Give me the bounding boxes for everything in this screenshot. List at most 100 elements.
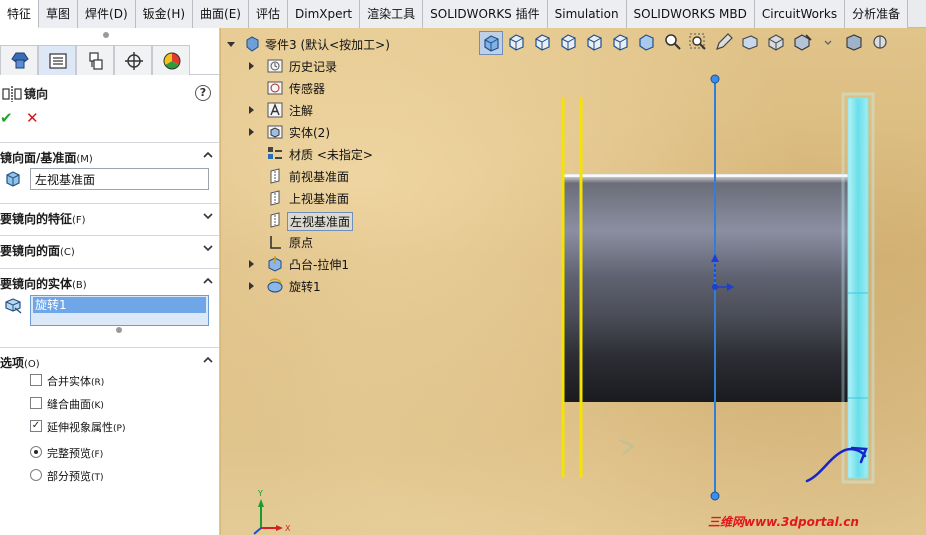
tab-evaluate[interactable]: 评估	[248, 0, 288, 28]
section-shortcut: (F)	[72, 215, 86, 226]
tab-solidworks-mbd[interactable]: SOLIDWORKS MBD	[626, 0, 755, 28]
tab-dimxpert-manager[interactable]	[114, 45, 152, 75]
option-label: 完整预览	[47, 447, 91, 460]
section-label: 选项	[0, 356, 25, 370]
tree-item-label: 注解	[289, 104, 314, 118]
expand-arrow-icon[interactable]	[249, 128, 254, 136]
collapse-arrow-icon[interactable]	[227, 42, 235, 47]
tab-surfaces[interactable]: 曲面(E)	[193, 0, 249, 28]
chevron-down-icon[interactable]	[202, 242, 214, 254]
feature-title: 镜向	[24, 87, 49, 101]
tab-features[interactable]: 特征	[0, 0, 40, 28]
expand-arrow-icon[interactable]	[249, 62, 254, 70]
zoom-to-fit-button[interactable]	[661, 31, 685, 55]
tab-solidworks-addins[interactable]: SOLIDWORKS 插件	[423, 0, 548, 28]
command-manager-tabs: 特征 草图 焊件(D) 钣金(H) 曲面(E) 评估 DimXpert 渲染工具…	[0, 0, 926, 28]
cube-top-icon	[613, 34, 628, 51]
partial-preview-radio[interactable]	[30, 469, 42, 481]
bodies-selection-box[interactable]: 旋转1	[30, 295, 209, 326]
tab-configuration-manager[interactable]	[76, 45, 114, 75]
help-icon[interactable]: ?	[195, 85, 211, 101]
cancel-button[interactable]: ✕	[26, 110, 42, 126]
option-shortcut: (T)	[91, 473, 104, 483]
tab-weldments[interactable]: 焊件(D)	[78, 0, 136, 28]
section-bodies-to-mirror[interactable]: 要镜向的实体(B)	[0, 268, 219, 294]
section-shortcut: (B)	[72, 280, 87, 291]
tree-item-label: 传感器	[289, 82, 326, 96]
tab-sheet-metal[interactable]: 钣金(H)	[135, 0, 194, 28]
panel-tabs	[0, 45, 219, 75]
section-label: 要镜向的面	[0, 244, 61, 258]
zoom-to-area-button[interactable]	[687, 31, 711, 55]
origin-marker[interactable]	[712, 284, 718, 290]
expand-arrow-icon[interactable]	[249, 282, 254, 290]
mirror-plane-field[interactable]: 左视基准面	[30, 168, 209, 190]
expand-arrow-icon[interactable]	[249, 106, 254, 114]
section-label: 要镜向的特征	[0, 212, 73, 226]
section-faces-to-mirror[interactable]: 要镜向的面(C)	[0, 235, 219, 261]
chevron-up-icon[interactable]	[202, 149, 214, 161]
extrude-icon	[268, 256, 282, 272]
material-icon	[268, 147, 282, 159]
crosshair-icon	[125, 52, 143, 70]
hide-show-button[interactable]	[817, 31, 841, 55]
ok-button[interactable]: ✔	[0, 110, 16, 126]
mirror-icon	[2, 86, 22, 102]
view-orientation-button[interactable]	[479, 31, 503, 55]
front-view-button[interactable]	[505, 31, 529, 55]
previous-view-button[interactable]	[713, 31, 737, 55]
chevron-up-icon[interactable]	[202, 275, 214, 287]
tab-simulation[interactable]: Simulation	[547, 0, 627, 28]
edit-appearance-button[interactable]	[843, 31, 867, 55]
list-resize-dot[interactable]	[116, 327, 122, 333]
section-mirror-face[interactable]: 镜向面/基准面(M)	[0, 142, 219, 168]
tab-sketch[interactable]: 草图	[39, 0, 79, 28]
tab-render-tools[interactable]: 渲染工具	[360, 0, 424, 28]
revolve-preview-body[interactable]	[847, 97, 869, 479]
tree-item-label: 原点	[289, 236, 314, 250]
tree-root-label: 零件3 (默认<按加工>)	[265, 38, 390, 52]
section-options[interactable]: 选项(O)	[0, 347, 219, 373]
tab-dimxpert[interactable]: DimXpert	[288, 0, 361, 28]
tab-feature-manager[interactable]	[0, 45, 38, 75]
option-shortcut: (R)	[91, 378, 105, 388]
chevron-up-icon[interactable]	[202, 354, 214, 366]
display-style-button[interactable]	[791, 31, 815, 55]
selected-body-item[interactable]: 旋转1	[33, 297, 206, 313]
tree-item-label: 历史记录	[289, 60, 338, 74]
solid-body-icon	[5, 298, 22, 314]
tab-display-manager[interactable]	[152, 45, 190, 75]
propagate-visual-checkbox[interactable]: ✓	[30, 420, 42, 432]
top-view-button[interactable]	[609, 31, 633, 55]
sensor-icon	[267, 81, 283, 95]
solid-bodies-icon	[267, 125, 283, 139]
section-features-to-mirror[interactable]: 要镜向的特征(F)	[0, 203, 219, 229]
full-preview-radio[interactable]	[30, 446, 42, 458]
tab-property-manager[interactable]	[38, 45, 76, 75]
apply-scene-button[interactable]	[869, 31, 893, 55]
property-manager: 镜向 ? ✔ ✕ 镜向面/基准面(M) 左视基准面 要镜向的特征(F) 要镜向的…	[0, 28, 220, 535]
isometric-view-button[interactable]	[635, 31, 659, 55]
tab-analysis-prep[interactable]: 分析准备	[845, 0, 909, 28]
annotation-icon	[267, 102, 283, 118]
view-selector-button[interactable]	[765, 31, 789, 55]
section-view-button[interactable]	[739, 31, 763, 55]
chevron-down-icon[interactable]	[202, 210, 214, 222]
tree-item-label: 凸台-拉伸1	[289, 258, 349, 272]
section-label: 镜向面/基准面	[0, 151, 77, 165]
right-view-button[interactable]	[583, 31, 607, 55]
panel-splitter-dot[interactable]	[103, 32, 109, 38]
tree-item-label: 材质 <未指定>	[289, 148, 373, 162]
knit-surfaces-checkbox[interactable]	[30, 397, 42, 409]
merge-solids-checkbox[interactable]	[30, 374, 42, 386]
extrude-body[interactable]	[564, 174, 848, 402]
back-view-button[interactable]	[531, 31, 555, 55]
chevron-down-icon	[824, 40, 832, 45]
feature-title-row: 镜向 ?	[0, 82, 219, 104]
graphics-area[interactable]: Y X 零件3 (默认<按加工>) 历史记录 传感器 注解 实体(2) 材质 <…	[221, 28, 926, 535]
expand-arrow-icon[interactable]	[249, 260, 254, 268]
tab-circuitworks[interactable]: CircuitWorks	[754, 0, 846, 28]
origin-icon	[270, 236, 281, 249]
left-view-button[interactable]	[557, 31, 581, 55]
tree-item-label: 实体(2)	[289, 126, 330, 140]
